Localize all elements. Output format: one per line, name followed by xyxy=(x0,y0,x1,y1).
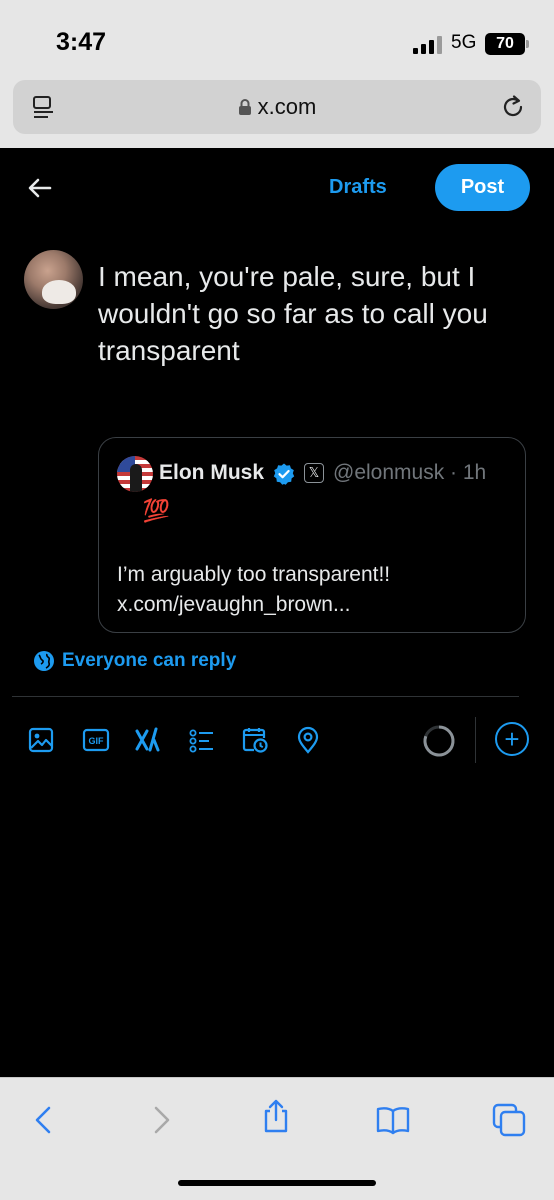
url-text: x.com xyxy=(257,94,317,119)
network-type: 5G xyxy=(451,32,477,53)
location-icon[interactable] xyxy=(294,726,322,754)
quoted-post-text: I’m arguably too transparent!! x.com/jev… xyxy=(117,560,390,620)
address-bar[interactable]: x.com xyxy=(13,80,541,134)
quoted-author-name: Elon Musk xyxy=(159,461,265,484)
quoted-text-line: I’m arguably too transparent!! xyxy=(117,563,391,586)
character-count-ring-icon xyxy=(423,725,455,757)
poll-icon[interactable] xyxy=(188,726,216,754)
globe-icon xyxy=(34,651,54,671)
reply-permission-button[interactable]: Everyone can reply xyxy=(33,650,236,672)
toolbar-separator xyxy=(475,717,476,763)
battery-level: 70 xyxy=(496,35,514,52)
image-icon[interactable] xyxy=(27,726,55,754)
post-button[interactable]: Post xyxy=(435,164,530,211)
cellular-signal-icon xyxy=(413,36,443,54)
tabs-icon[interactable] xyxy=(491,1102,527,1138)
quoted-author-avatar xyxy=(117,456,153,492)
home-indicator xyxy=(178,1180,376,1186)
status-bar: 3:47 5G 70 x.com xyxy=(0,0,554,148)
reply-text-input[interactable]: I mean, you're pale, sure, but I wouldn'… xyxy=(98,258,538,369)
user-avatar[interactable] xyxy=(24,250,83,309)
toolbar-divider xyxy=(12,696,519,697)
status-time: 3:47 xyxy=(56,28,107,56)
reply-permission-label: Everyone can reply xyxy=(62,650,237,671)
lock-icon xyxy=(238,99,251,115)
quoted-emoji-line: 😂💯 xyxy=(117,498,171,523)
drafts-link[interactable]: Drafts xyxy=(329,176,387,199)
quoted-post-card[interactable]: Elon Musk 𝕏 @elonmusk · 1h 😂💯 I’m arguab… xyxy=(98,437,526,633)
verified-badge-icon xyxy=(273,463,295,485)
add-post-button[interactable]: + xyxy=(495,722,529,756)
share-icon[interactable] xyxy=(258,1098,294,1134)
quoted-author-handle: @elonmusk · 1h xyxy=(333,461,487,484)
gif-icon[interactable]: GIF xyxy=(82,726,110,754)
reload-icon[interactable] xyxy=(499,93,527,121)
back-arrow-icon[interactable] xyxy=(26,174,54,202)
forward-icon[interactable] xyxy=(144,1102,180,1138)
bookmarks-icon[interactable] xyxy=(375,1102,411,1138)
affiliate-x-badge-icon: 𝕏 xyxy=(304,463,324,483)
quoted-link[interactable]: x.com/jevaughn_brown... xyxy=(117,590,390,620)
battery-icon: 70 xyxy=(485,33,529,55)
affiliate-badge-label: 𝕏 xyxy=(308,465,320,480)
svg-text:GIF: GIF xyxy=(89,736,105,746)
schedule-icon[interactable] xyxy=(241,726,269,754)
back-icon[interactable] xyxy=(25,1102,61,1138)
url-display[interactable]: x.com xyxy=(13,94,541,120)
grok-icon[interactable] xyxy=(134,726,162,754)
